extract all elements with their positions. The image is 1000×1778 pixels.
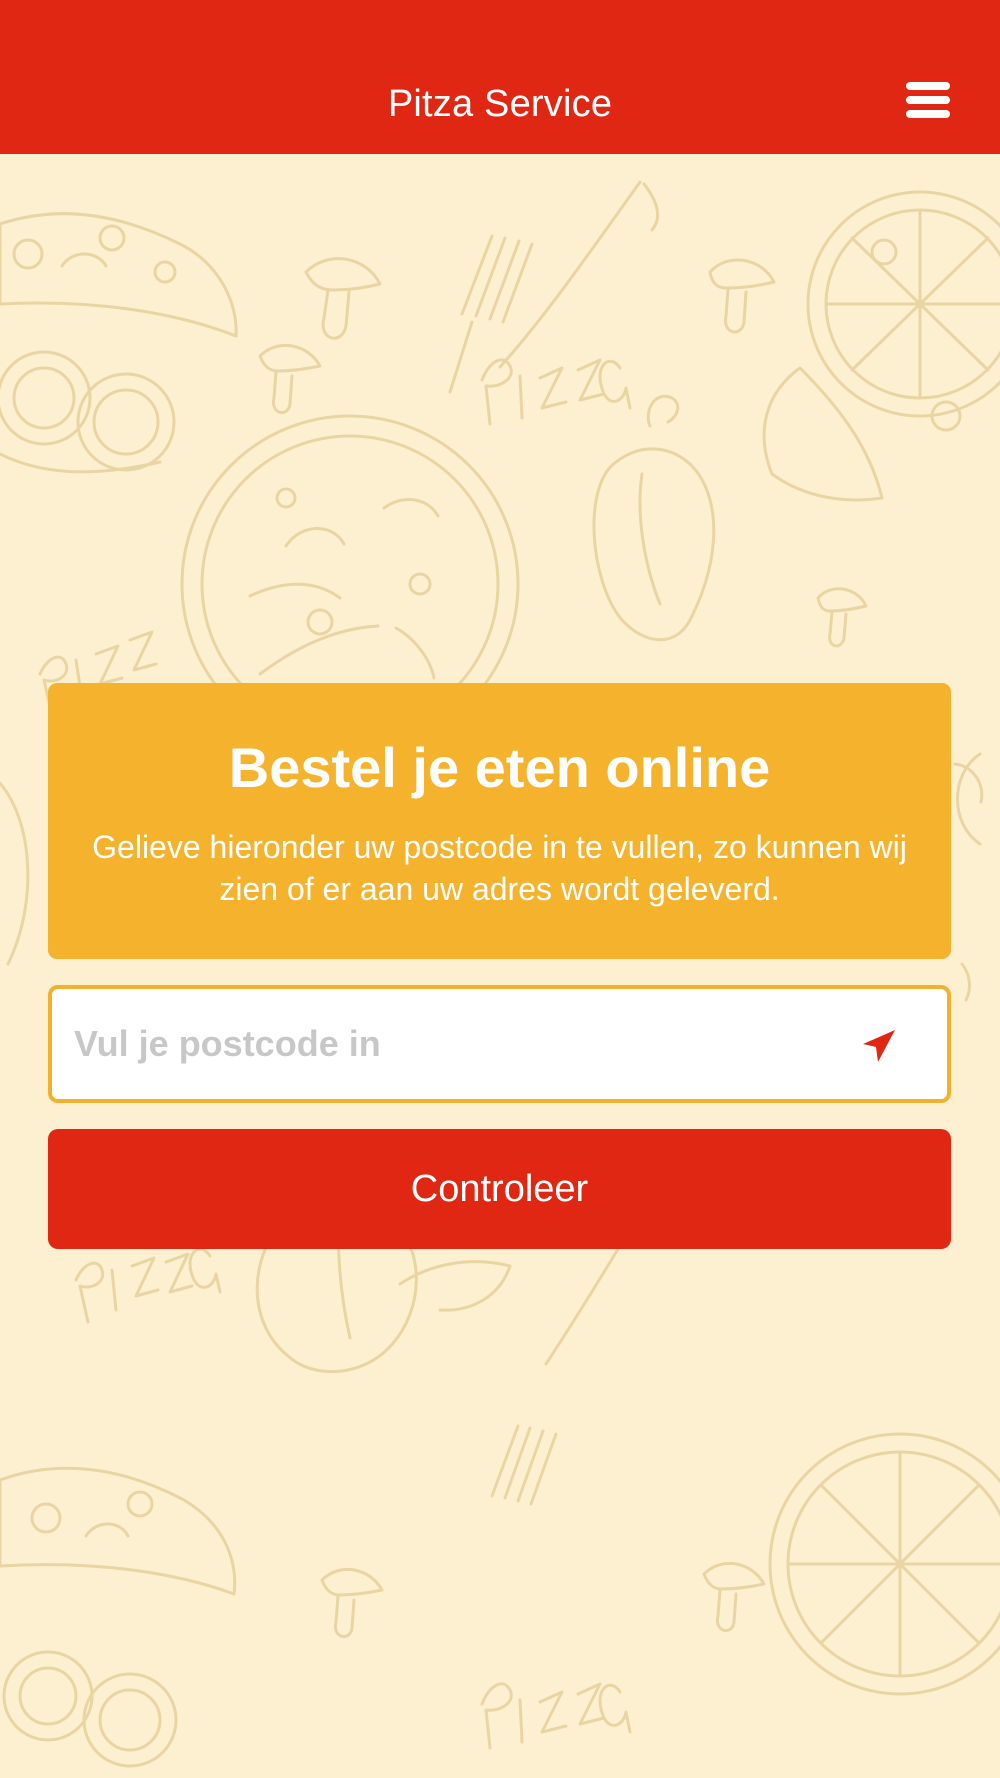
- pizza-service-screen: Pitza Service Bestel je eten online Geli…: [0, 0, 1000, 1778]
- controleer-button[interactable]: Controleer: [48, 1129, 951, 1249]
- top-navigation-bar: Pitza Service: [0, 0, 1000, 154]
- postcode-field: [48, 985, 951, 1103]
- hero-title: Bestel je eten online: [228, 736, 771, 799]
- location-arrow-icon: [863, 1030, 895, 1062]
- postcode-input[interactable]: [74, 989, 834, 1099]
- order-intro-card: Bestel je eten online Gelieve hieronder …: [48, 683, 951, 959]
- app-title: Pitza Service: [387, 83, 613, 125]
- menu-button[interactable]: [898, 78, 958, 130]
- use-location-button[interactable]: [858, 1026, 898, 1066]
- food-pattern-background: [0, 154, 1000, 1778]
- hamburger-icon: [906, 82, 950, 118]
- hero-description: Gelieve hieronder uw postcode in te vull…: [92, 829, 907, 907]
